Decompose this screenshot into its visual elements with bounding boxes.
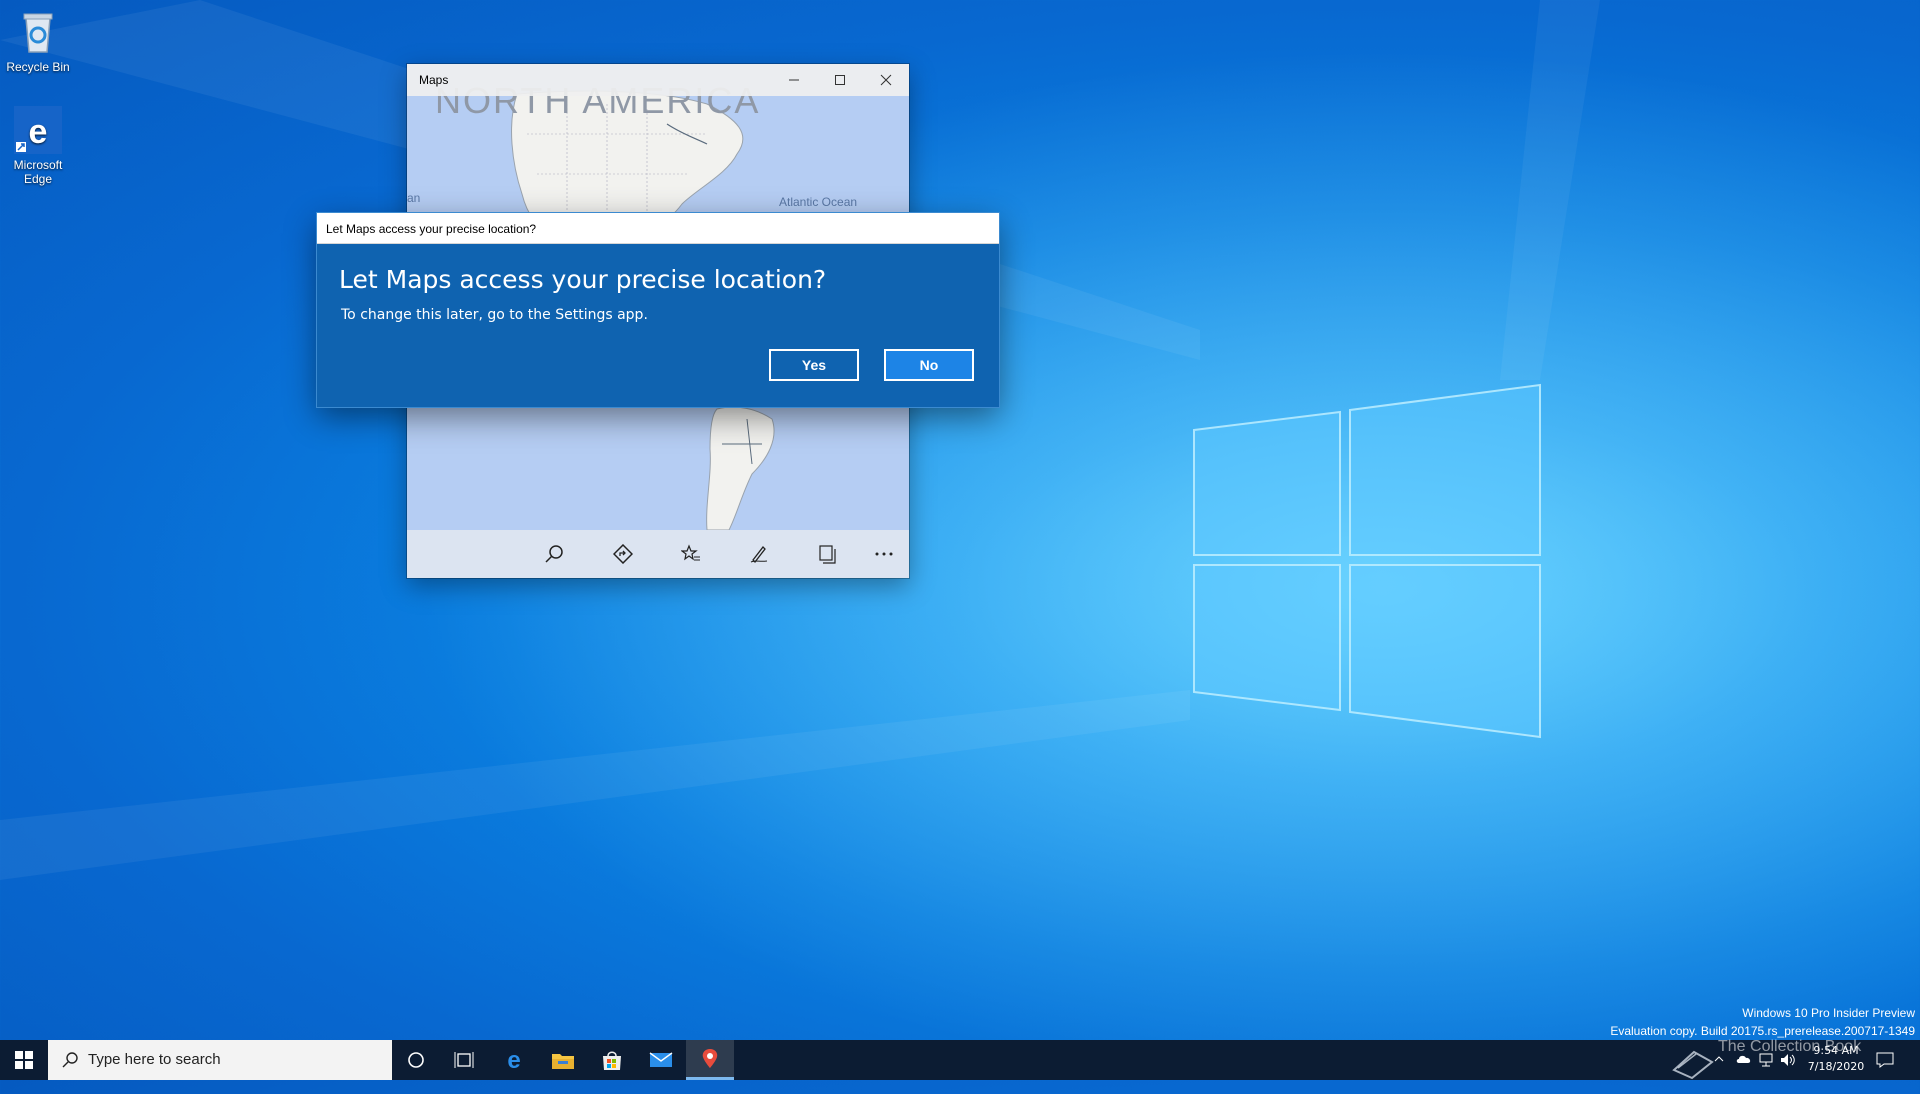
collections-button[interactable] [810,538,844,570]
minimize-icon [789,79,799,81]
edge-icon: e [507,1048,520,1072]
store-icon [603,1051,621,1070]
windows-start-icon [15,1051,33,1069]
desktop: Recycle Bin e Microsoft Edge NORTH AMERI… [0,0,1920,1040]
wallpaper-beams [0,0,1920,1040]
clock-date: 7/18/2020 [1807,1060,1865,1073]
recycle-bin-shortcut[interactable]: Recycle Bin [0,8,78,74]
desktop-icon-label: Microsoft Edge [13,158,63,186]
search-placeholder: Type here to search [88,1051,221,1068]
recycle-bin-icon [14,8,62,56]
windows-logo-wallpaper [1193,383,1541,739]
ink-button[interactable] [742,538,776,570]
edge-icon: e [14,106,62,154]
window-title: Maps [419,73,449,87]
maps-titlebar[interactable]: Maps [407,64,909,96]
notification-icon [1876,1052,1894,1068]
taskbar-store[interactable] [588,1040,636,1080]
taskbar-search[interactable]: Type here to search [48,1040,392,1080]
start-button[interactable] [0,1040,48,1080]
cortana-button[interactable] [392,1040,440,1080]
taskbar-mail[interactable] [637,1040,685,1080]
more-icon [875,552,893,556]
mail-icon [649,1052,673,1067]
maps-toolbar [407,530,909,578]
taskbar-edge[interactable]: e [490,1040,538,1080]
collections-icon [819,545,836,564]
dialog-titlebar[interactable]: Let Maps access your precise location? [317,213,999,244]
show-hidden-icons-button[interactable] [1714,1054,1724,1094]
yes-button[interactable]: Yes [769,349,859,381]
search-icon [62,1052,78,1068]
more-button[interactable] [867,538,901,570]
search-icon [545,545,563,563]
task-view-button[interactable] [440,1040,488,1080]
dialog-title: Let Maps access your precise location? [326,222,537,236]
volume-icon [1781,1054,1795,1066]
no-button[interactable]: No [884,349,974,381]
task-view-icon [454,1052,474,1068]
cloud-icon [1736,1055,1751,1063]
maximize-button[interactable] [817,64,863,96]
file-explorer-icon [552,1054,574,1069]
dialog-heading: Let Maps access your precise location? [339,265,827,294]
chevron-up-icon [1714,1056,1724,1062]
search-button[interactable] [537,538,571,570]
cortana-icon [408,1052,424,1068]
network-icon [1759,1053,1773,1067]
favorites-icon [681,544,700,561]
desktop-icon-label: Recycle Bin [6,60,70,74]
minimize-button[interactable] [771,64,817,96]
network-tray[interactable] [1758,1053,1774,1093]
watermark-edition: Windows 10 Pro Insider Preview [1742,1006,1915,1020]
svg-text:e: e [507,1048,520,1072]
ink-icon [750,546,768,563]
directions-button[interactable] [606,538,640,570]
taskbar-clock[interactable]: 9:54 AM 7/18/2020 [1796,1043,1876,1075]
clock-time: 9:54 AM [1813,1044,1859,1057]
favorites-button[interactable] [674,538,708,570]
maximize-icon [835,75,845,85]
collection-book-logo [1672,1050,1714,1080]
edge-shortcut[interactable]: e Microsoft Edge [0,106,78,186]
map-label-ocean: Atlantic Ocean [779,195,858,209]
volume-tray[interactable] [1780,1053,1796,1093]
taskbar-maps[interactable] [686,1040,734,1080]
dialog-subtext: To change this later, go to the Settings… [341,307,648,323]
svg-text:e: e [29,113,48,151]
taskbar-file-explorer[interactable] [539,1040,587,1080]
close-button[interactable] [863,64,909,96]
build-watermark: Windows 10 Pro Insider Preview Evaluatio… [1610,1004,1915,1040]
onedrive-tray[interactable] [1736,1054,1752,1094]
action-center-button[interactable] [1876,1052,1894,1092]
close-icon [880,74,892,86]
taskbar: Type here to search e The Collection Boo… [0,1038,1920,1080]
location-permission-dialog: Let Maps access your precise location? L… [317,213,999,407]
directions-icon [613,544,633,564]
map-label-partial: an [407,191,421,205]
maps-icon [702,1048,718,1068]
